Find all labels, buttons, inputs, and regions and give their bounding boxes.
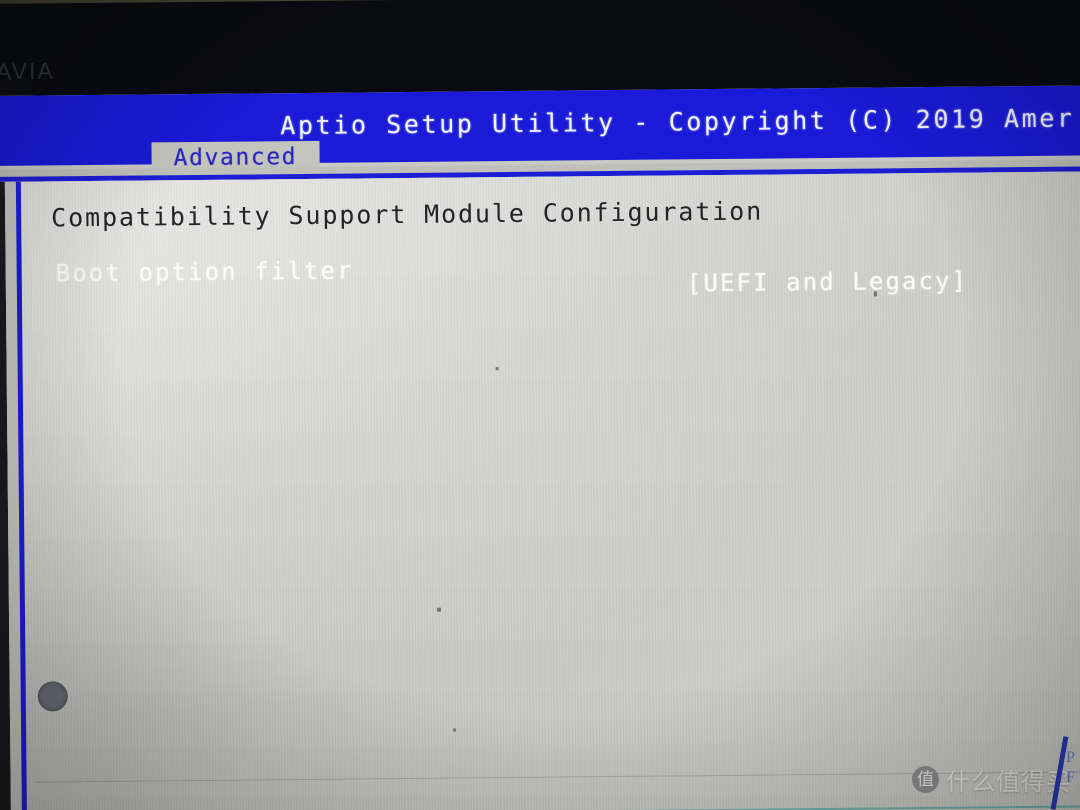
page-title: Compatibility Support Module Configurati… — [51, 196, 764, 233]
watermark-edge-text: PF — [1066, 749, 1075, 786]
photo-of-bios-screen: AVIA Aptio Setup Utility - Copyright (C)… — [0, 0, 1080, 810]
dead-pixel — [495, 367, 499, 371]
bios-screen: Aptio Setup Utility - Copyright (C) 2019… — [0, 85, 1080, 810]
screen-artifact-line — [34, 805, 1080, 810]
dead-pixel — [873, 291, 877, 297]
scroll-indicator[interactable] — [37, 681, 68, 712]
dead-pixel — [453, 728, 457, 732]
watermark-text: 什么值得买 — [946, 769, 1071, 796]
setting-label: Boot option filter — [55, 256, 354, 288]
monitor-brand-label: AVIA — [0, 57, 55, 85]
watermark-badge-icon: 值 — [912, 766, 939, 793]
site-watermark: 值 什么值得买 — [912, 762, 1071, 797]
setting-row-boot-option-filter[interactable]: Boot option filter [UEFI and Legacy] — [0, 249, 1080, 297]
dead-pixel — [436, 607, 441, 612]
setting-value[interactable]: [UEFI and Legacy] — [687, 267, 969, 298]
bios-content-panel: Compatibility Support Module Configurati… — [0, 171, 1080, 810]
